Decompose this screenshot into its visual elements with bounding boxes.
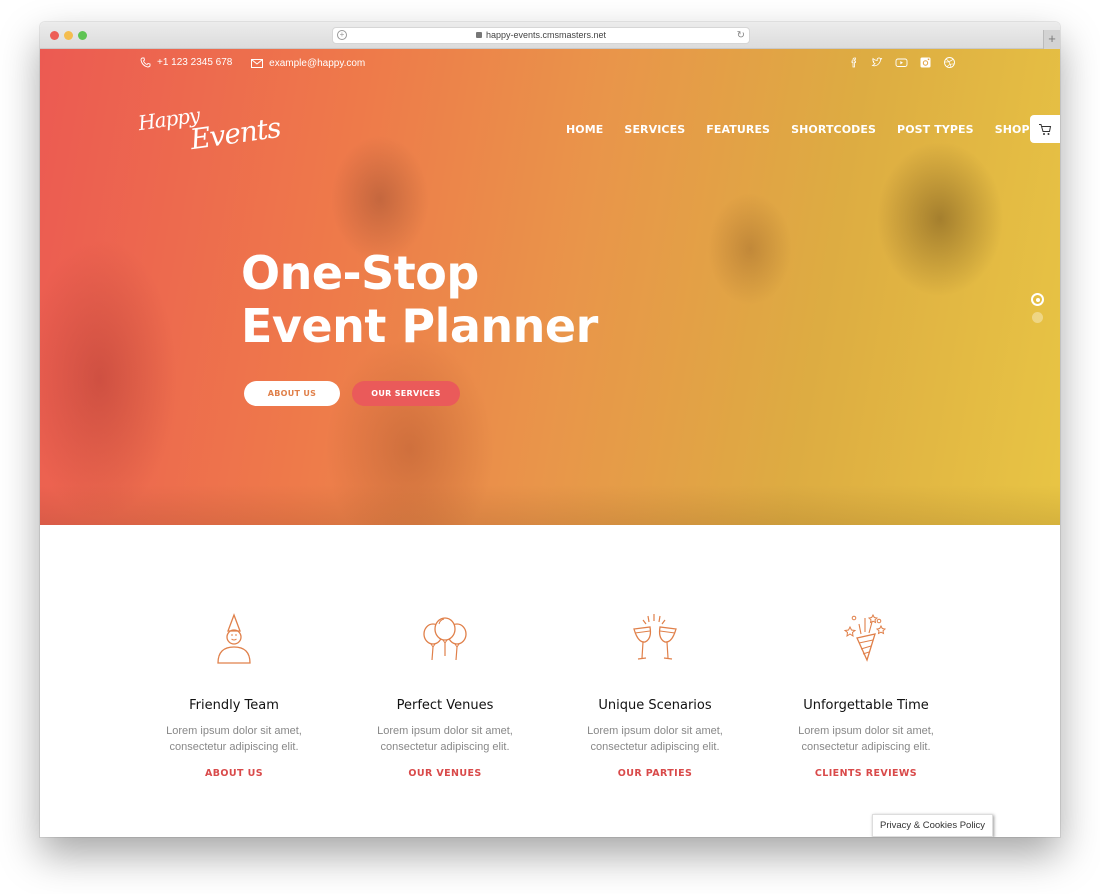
lock-icon	[475, 31, 482, 38]
our-services-button[interactable]: OUR SERVICES	[352, 381, 460, 406]
feature-link-clients-reviews[interactable]: CLIENTS REVIEWS	[766, 768, 966, 779]
cart-button[interactable]	[1030, 115, 1060, 143]
facebook-icon[interactable]	[847, 56, 860, 69]
main-nav: HOME SERVICES FEATURES SHORTCODES POST T…	[566, 123, 1051, 136]
privacy-shield-icon[interactable]: +	[337, 30, 347, 40]
cheers-glasses-icon	[633, 614, 677, 660]
about-us-button[interactable]: ABOUT US	[244, 381, 340, 406]
feature-link-about-us[interactable]: ABOUT US	[134, 768, 334, 779]
nav-item-shortcodes[interactable]: SHORTCODES	[791, 123, 876, 136]
hero-slider: +1 123 2345 678 example@happy.com Happy …	[40, 49, 1060, 525]
browser-window: + happy-events.cmsmasters.net ↻ + +1 123…	[40, 22, 1060, 837]
feature-link-our-venues[interactable]: OUR VENUES	[345, 768, 545, 779]
address-bar[interactable]: + happy-events.cmsmasters.net ↻	[332, 27, 750, 44]
feature-link-our-parties[interactable]: OUR PARTIES	[555, 768, 755, 779]
phone-contact[interactable]: +1 123 2345 678	[140, 57, 232, 68]
slide-dot-2[interactable]	[1032, 312, 1043, 323]
reload-icon[interactable]: ↻	[737, 28, 745, 43]
nav-item-services[interactable]: SERVICES	[624, 123, 685, 136]
shopping-cart-icon	[1039, 123, 1052, 135]
balloons-icon	[423, 617, 467, 661]
youtube-icon[interactable]	[895, 56, 908, 69]
maximize-window-button[interactable]	[78, 31, 87, 40]
nav-item-post-types[interactable]: POST TYPES	[897, 123, 974, 136]
feature-description: Lorem ipsum dolor sit amet, consectetur a…	[166, 725, 302, 753]
feature-description: Lorem ipsum dolor sit amet, consectetur a…	[798, 725, 934, 753]
slider-pagination	[1031, 293, 1044, 323]
new-tab-button[interactable]: +	[1043, 30, 1060, 49]
hero-title: One-Stop Event Planner	[241, 247, 598, 353]
feature-title: Friendly Team	[189, 698, 279, 713]
slide-dot-1-active[interactable]	[1031, 293, 1044, 306]
twitter-icon[interactable]	[871, 56, 884, 69]
logo-line2: Events	[188, 110, 283, 157]
nav-item-shop[interactable]: SHOP	[995, 123, 1030, 136]
nav-item-home[interactable]: HOME	[566, 123, 603, 136]
feature-card: Friendly Team Lorem ipsum dolor sit amet…	[134, 612, 334, 779]
top-contact-bar: +1 123 2345 678 example@happy.com	[140, 57, 381, 71]
feature-card: Unforgettable Time Lorem ipsum dolor sit…	[766, 612, 966, 779]
email-contact[interactable]: example@happy.com	[251, 58, 365, 69]
close-window-button[interactable]	[50, 31, 59, 40]
instagram-icon[interactable]	[919, 56, 932, 69]
social-links	[847, 56, 956, 69]
feature-description: Lorem ipsum dolor sit amet, consectetur a…	[377, 725, 513, 753]
feature-title: Perfect Venues	[396, 698, 494, 713]
email-address: example@happy.com	[269, 58, 366, 69]
privacy-cookies-policy-button[interactable]: Privacy & Cookies Policy	[872, 814, 994, 837]
hero-title-line1: One-Stop	[241, 246, 479, 300]
feature-title: Unforgettable Time	[803, 698, 929, 713]
party-person-icon	[217, 613, 251, 664]
nav-item-features[interactable]: FEATURES	[706, 123, 770, 136]
feature-title: Unique Scenarios	[598, 698, 712, 713]
feature-card: Unique Scenarios Lorem ipsum dolor sit a…	[555, 612, 755, 779]
phone-number: +1 123 2345 678	[157, 57, 233, 68]
browser-titlebar: + happy-events.cmsmasters.net ↻ +	[40, 22, 1060, 49]
party-popper-icon	[843, 613, 887, 662]
feature-description: Lorem ipsum dolor sit amet, consectetur a…	[587, 725, 723, 753]
phone-icon	[140, 57, 151, 68]
hero-title-line2: Event Planner	[241, 299, 598, 353]
dribbble-icon[interactable]	[943, 56, 956, 69]
mail-icon	[251, 59, 264, 68]
minimize-window-button[interactable]	[64, 31, 73, 40]
feature-card: Perfect Venues Lorem ipsum dolor sit ame…	[345, 612, 545, 779]
url-text: happy-events.cmsmasters.net	[485, 30, 607, 40]
